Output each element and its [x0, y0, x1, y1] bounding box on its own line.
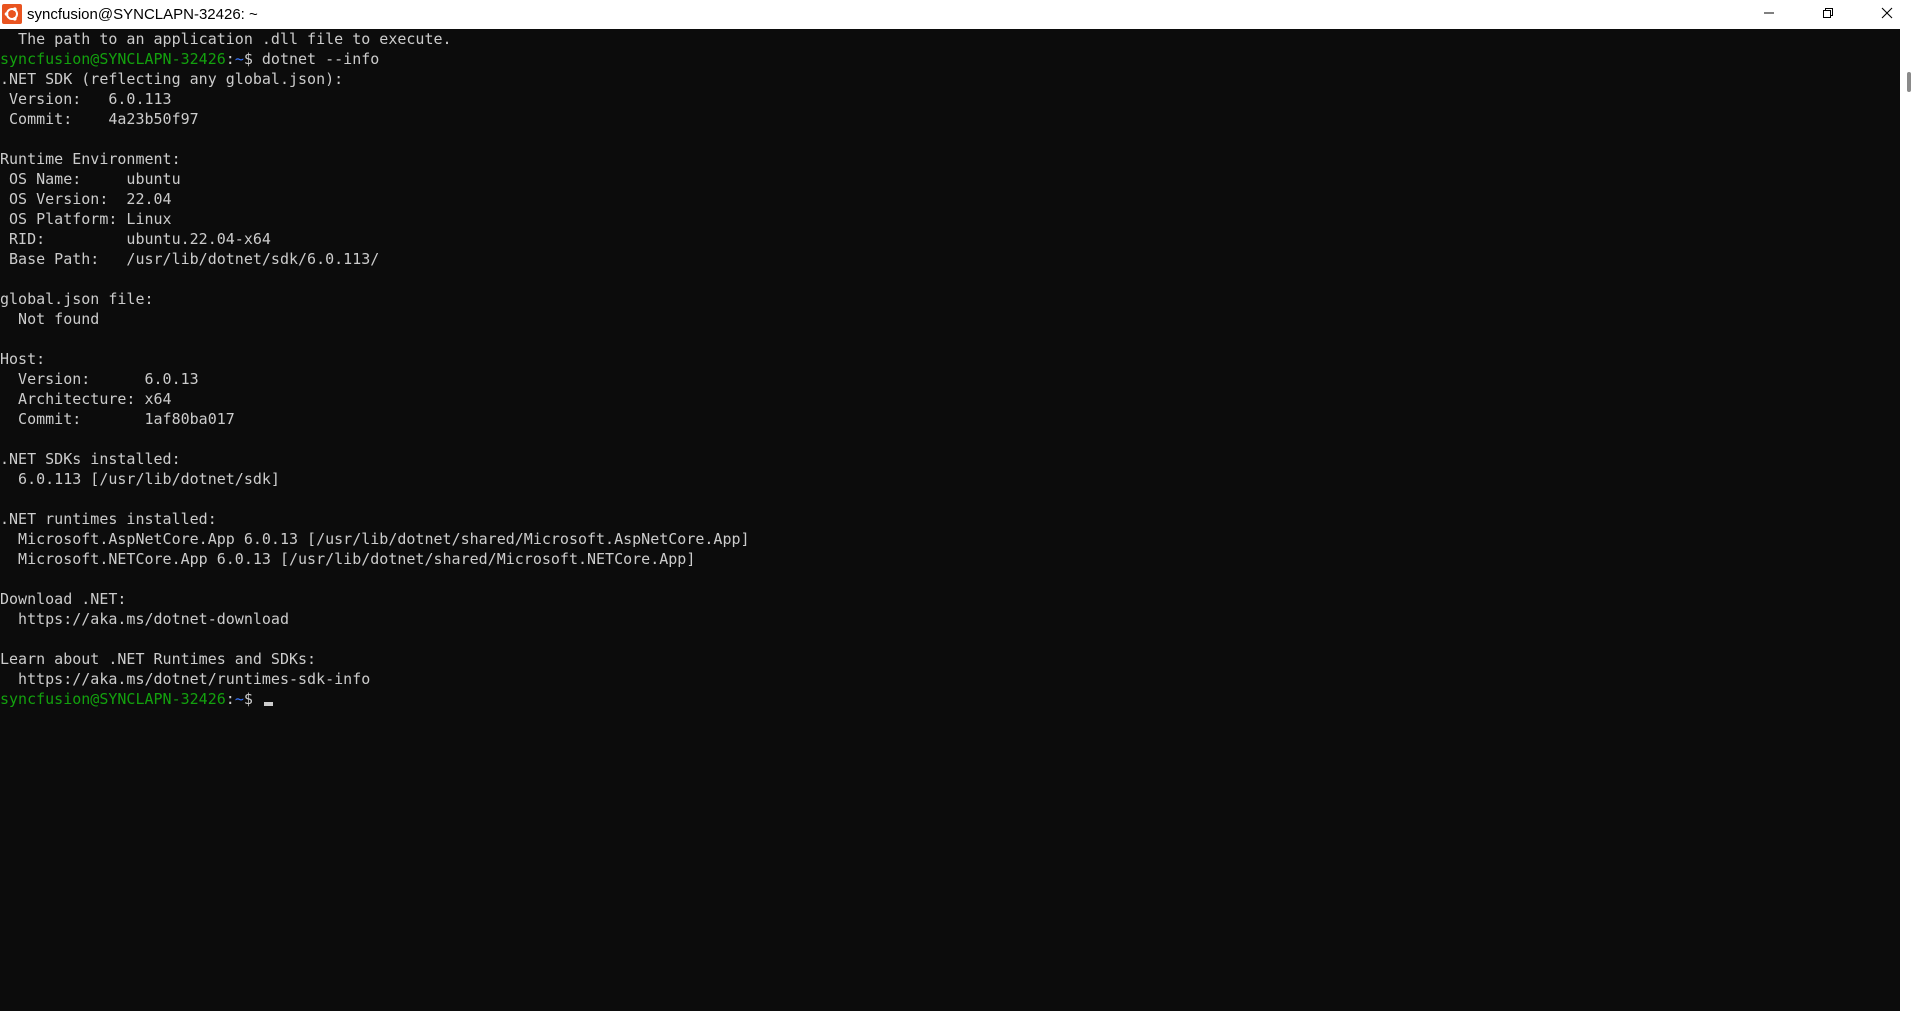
terminal-line: OS Platform: Linux	[0, 210, 172, 228]
terminal-output[interactable]: The path to an application .dll file to …	[0, 29, 1900, 1011]
terminal-line: Commit: 1af80ba017	[0, 410, 235, 428]
prompt-user-host: syncfusion@SYNCLAPN-32426	[0, 50, 226, 68]
terminal-line: .NET runtimes installed:	[0, 510, 217, 528]
terminal-line: .NET SDK (reflecting any global.json):	[0, 70, 344, 88]
command-text: dotnet --info	[261, 50, 380, 68]
minimize-button[interactable]	[1740, 0, 1798, 29]
prompt-line: syncfusion@SYNCLAPN-32426:~$ dotnet --in…	[0, 49, 750, 69]
terminal-line: .NET SDKs installed:	[0, 450, 181, 468]
prompt-user-host: syncfusion@SYNCLAPN-32426	[0, 690, 226, 708]
terminal-line: Not found	[0, 310, 100, 328]
terminal-line: Download .NET:	[0, 590, 127, 608]
prompt-separator: :	[225, 50, 235, 68]
terminal-line: The path to an application .dll file to …	[0, 30, 452, 48]
prompt-separator: :	[225, 690, 235, 708]
terminal-line: OS Version: 22.04	[0, 190, 172, 208]
terminal-line: Learn about .NET Runtimes and SDKs:	[0, 650, 317, 668]
restore-icon	[1822, 6, 1834, 24]
terminal-line: 6.0.113 [/usr/lib/dotnet/sdk]	[0, 470, 280, 488]
close-button[interactable]	[1858, 0, 1916, 29]
ubuntu-logo-icon[interactable]	[2, 4, 22, 24]
terminal-line: Microsoft.NETCore.App 6.0.13 [/usr/lib/d…	[0, 550, 696, 568]
terminal-line: RID: ubuntu.22.04-x64	[0, 230, 271, 248]
terminal-line: OS Name: ubuntu	[0, 170, 181, 188]
prompt-symbol: $	[243, 50, 253, 68]
restore-button[interactable]	[1799, 0, 1857, 29]
title-bar[interactable]: syncfusion@SYNCLAPN-32426: ~	[0, 0, 1918, 29]
prompt-path: ~	[234, 690, 244, 708]
prompt-path: ~	[234, 50, 244, 68]
minimize-icon	[1763, 6, 1775, 24]
text-cursor	[263, 702, 273, 706]
terminal-line: Version: 6.0.113	[0, 90, 172, 108]
window-title: syncfusion@SYNCLAPN-32426: ~	[27, 6, 258, 23]
vertical-scrollbar[interactable]	[1900, 29, 1918, 1011]
terminal-line: Commit: 4a23b50f97	[0, 110, 199, 128]
terminal-line: Architecture: x64	[0, 390, 172, 408]
terminal-line: https://aka.ms/dotnet/runtimes-sdk-info	[0, 670, 371, 688]
terminal-window: syncfusion@SYNCLAPN-32426: ~ The path to…	[0, 0, 1918, 1011]
prompt-symbol: $	[243, 690, 253, 708]
terminal-line: Microsoft.AspNetCore.App 6.0.13 [/usr/li…	[0, 530, 750, 548]
terminal-line: Runtime Environment:	[0, 150, 181, 168]
terminal-line: Host:	[0, 350, 46, 368]
close-icon	[1881, 6, 1893, 24]
terminal-line: Base Path: /usr/lib/dotnet/sdk/6.0.113/	[0, 250, 380, 268]
prompt-line-current[interactable]: syncfusion@SYNCLAPN-32426:~$	[0, 689, 750, 709]
terminal-lines: The path to an application .dll file to …	[0, 29, 750, 709]
terminal-line: https://aka.ms/dotnet-download	[0, 610, 289, 628]
terminal-line: Version: 6.0.13	[0, 370, 199, 388]
terminal-line: global.json file:	[0, 290, 154, 308]
scrollbar-thumb[interactable]	[1907, 72, 1911, 92]
